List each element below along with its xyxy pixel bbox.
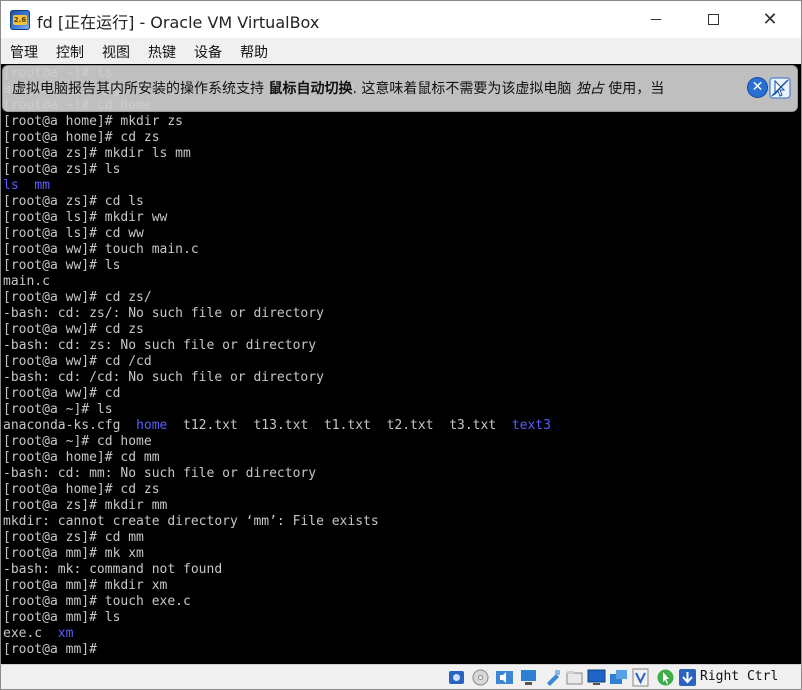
vm-console-screen[interactable]: [root@a ~]# lsanaconda-ks.cfg t12.txt t1… (0, 64, 802, 664)
network-icon[interactable] (519, 668, 538, 687)
terminal-line: [root@a mm]# mkdir xm (3, 578, 168, 593)
usb-icon[interactable] (543, 668, 562, 687)
menu-item-manage[interactable]: 管理 (10, 42, 38, 62)
terminal-line: -bash: cd: mm: No such file or directory (3, 466, 317, 481)
hard-disk-icon[interactable] (447, 668, 466, 687)
title-bar: 2.6 fd [正在运行] - Oracle VM VirtualBox ✕ (0, 0, 802, 38)
terminal-line: [root@a zs]# mkdir mm (3, 498, 168, 513)
menu-item-devices[interactable]: 设备 (194, 42, 222, 62)
terminal-line: [root@a zs]# mkdir ls mm (3, 146, 191, 161)
menu-item-control[interactable]: 控制 (56, 42, 84, 62)
notification-text: 虚拟电脑报告其内所安装的操作系统支持 鼠标自动切换. 这意味着鼠标不需要为该虚拟… (12, 78, 664, 98)
minimize-icon (651, 19, 661, 20)
terminal-line: [root@a zs]# ls (3, 162, 121, 177)
terminal-line: main.c (3, 274, 50, 289)
maximize-button[interactable] (690, 1, 736, 38)
app-icon-badge: 2.6 (13, 15, 27, 25)
notification-text-italic: 独占 (575, 81, 604, 97)
video-capture-icon[interactable] (609, 668, 628, 687)
minimize-button[interactable] (633, 1, 679, 38)
terminal-line: -bash: mk: command not found (3, 562, 223, 577)
terminal-line: exe.c xm (3, 626, 74, 641)
terminal-line: [root@a ww]# cd (3, 386, 121, 401)
terminal-line: [root@a zs]# cd ls (3, 194, 144, 209)
virtualization-icon[interactable] (631, 668, 650, 687)
terminal-line: -bash: cd: zs/: No such file or director… (3, 306, 324, 321)
keyboard-capture-icon[interactable] (678, 668, 697, 687)
terminal-line: [root@a home]# mkdir zs (3, 114, 184, 129)
close-icon: ✕ (762, 8, 778, 30)
terminal-line: [root@a ww]# ls (3, 258, 121, 273)
menu-item-help[interactable]: 帮助 (240, 42, 268, 62)
terminal-line: [root@a home]# cd zs (3, 130, 160, 145)
terminal-line: [root@a home]# cd zs (3, 482, 160, 497)
terminal-line: ls mm (3, 178, 50, 193)
close-button[interactable]: ✕ (747, 1, 793, 38)
terminal-line: [root@a mm]# touch exe.c (3, 594, 191, 609)
maximize-icon (707, 14, 719, 25)
terminal-line: -bash: cd: /cd: No such file or director… (3, 370, 324, 385)
terminal-line: [root@a ls]# cd ww (3, 226, 144, 241)
notification-text-middle: . 这意味着鼠标不需要为该虚拟电脑 (352, 81, 576, 97)
window-title: fd [正在运行] - Oracle VM VirtualBox (37, 13, 320, 32)
shared-folders-icon[interactable] (565, 668, 584, 687)
terminal-line: -bash: cd: zs: No such file or directory (3, 338, 317, 353)
terminal-line: [root@a mm]# mk xm (3, 546, 144, 561)
display-icon[interactable] (587, 668, 606, 687)
notification-close-button[interactable]: ✕ (747, 77, 768, 98)
virtualbox-app-icon: 2.6 (10, 10, 30, 30)
terminal-line: [root@a zs]# cd mm (3, 530, 144, 545)
notification-text-prefix: 虚拟电脑报告其内所安装的操作系统支持 (12, 81, 269, 97)
host-key-label: Right Ctrl (700, 669, 779, 684)
terminal-line: [root@a home]# cd mm (3, 450, 160, 465)
optical-drive-icon[interactable] (471, 668, 490, 687)
close-icon: ✕ (751, 79, 764, 95)
menu-item-hotkey[interactable]: 热键 (148, 42, 176, 62)
mouse-integration-icon[interactable] (769, 77, 791, 99)
terminal-line: [root@a mm]# (3, 642, 97, 657)
mouse-integration-icon[interactable] (656, 668, 675, 687)
mouse-integration-notification: 虚拟电脑报告其内所安装的操作系统支持 鼠标自动切换. 这意味着鼠标不需要为该虚拟… (2, 65, 798, 112)
menu-bar: 管理 控制 视图 热键 设备 帮助 (0, 38, 802, 64)
terminal-line: [root@a ~]# cd home (3, 434, 152, 449)
terminal-line: mkdir: cannot create directory ‘mm’: Fil… (3, 514, 379, 529)
terminal-line: [root@a ls]# mkdir ww (3, 210, 168, 225)
notification-text-bold: 鼠标自动切换 (268, 81, 353, 97)
audio-icon[interactable] (495, 668, 514, 687)
terminal-line: [root@a ww]# cd /cd (3, 354, 152, 369)
terminal-line: [root@a mm]# ls (3, 610, 121, 625)
status-bar: Right Ctrl (0, 664, 802, 690)
menu-item-view[interactable]: 视图 (102, 42, 130, 62)
terminal-line: [root@a ~]# ls (3, 402, 113, 417)
terminal-line: [root@a ww]# touch main.c (3, 242, 199, 257)
terminal-line: anaconda-ks.cfg home t12.txt t13.txt t1.… (3, 418, 551, 433)
terminal-line: [root@a ww]# cd zs (3, 322, 144, 337)
terminal-line: [root@a ww]# cd zs/ (3, 290, 152, 305)
notification-text-suffix: 使用，当 (603, 81, 665, 97)
